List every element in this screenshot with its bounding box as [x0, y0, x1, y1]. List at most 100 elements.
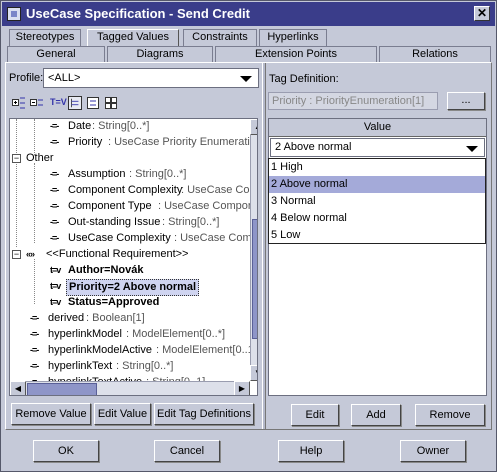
owner-button[interactable]: Owner — [400, 440, 466, 462]
scroll-thumb[interactable] — [27, 383, 97, 395]
scroll-down-icon[interactable]: ▼ — [250, 365, 257, 381]
close-icon[interactable]: ✕ — [474, 6, 490, 21]
tab-label: General — [36, 48, 76, 60]
tree-row[interactable]: -=- UseCase Complexity : UseCase Com — [10, 231, 252, 247]
tree-row[interactable]: -=- Date : String[0..*] — [10, 119, 250, 135]
tree-row-name: derived — [48, 312, 85, 324]
tree-row-type: : ModelElement[0..*] — [126, 328, 226, 340]
tree-row-type: : String[0..*] — [116, 360, 174, 372]
tree-row-name: Assumption — [68, 168, 126, 180]
tab-hyperlinks[interactable]: Hyperlinks — [259, 29, 327, 46]
value-option[interactable]: 3 Normal — [269, 193, 485, 210]
tree-row[interactable]: -=- Component Type : UseCase Compon — [10, 199, 254, 215]
tree-row[interactable]: -=- Out-standing Issue : String[0..*] — [10, 215, 250, 231]
tag-definition-label: Tag Definition: — [269, 73, 339, 85]
browse-button[interactable]: ... — [447, 92, 485, 110]
scroll-thumb[interactable] — [252, 219, 257, 339]
tree-row[interactable]: t=v Status=Approved — [10, 295, 250, 311]
tag-definition-icon: -=- — [30, 361, 39, 371]
value-option-selected[interactable]: 2 Above normal — [269, 176, 485, 193]
add-button[interactable]: Add — [351, 404, 401, 426]
profile-label: Profile: — [9, 72, 44, 84]
tree-row-name: Component Complexity — [68, 184, 183, 196]
tagged-value-icon: t=v — [50, 297, 61, 307]
tree-row[interactable]: -=- Priority : UseCase Priority Enumerat… — [10, 135, 257, 151]
value-column-header[interactable]: Value — [269, 119, 486, 137]
list-view-icon[interactable] — [104, 96, 118, 110]
tree-row-name: UseCase Complexity — [68, 232, 171, 244]
app-icon — [7, 7, 21, 21]
value-option[interactable]: 5 Low — [269, 227, 485, 244]
tree-group-row[interactable]: − Other — [10, 151, 250, 167]
tree-row-type: : UseCase Priority Enumeration — [108, 136, 258, 148]
collapse-all-icon[interactable] — [30, 96, 44, 110]
collapse-icon[interactable]: − — [12, 154, 21, 163]
tagged-value-icon[interactable]: T=V — [50, 97, 67, 107]
edit-tag-definitions-button[interactable]: Edit Tag Definitions — [154, 403, 254, 425]
scroll-left-icon[interactable]: ◀ — [10, 381, 26, 395]
value-dropdown-list[interactable]: 1 High 2 Above normal 3 Normal 4 Below n… — [268, 158, 486, 244]
title-bar[interactable]: UseCase Specification - Send Credit ✕ — [2, 2, 495, 26]
tag-definition-value: Priority : PriorityEnumeration[1] — [272, 95, 425, 107]
ok-button[interactable]: OK — [33, 440, 99, 462]
tab-label: Extension Points — [255, 48, 337, 60]
tree-row[interactable]: -=- Assumption : String[0..*] — [10, 167, 250, 183]
value-option[interactable]: 4 Below normal — [269, 210, 485, 227]
tag-definition-icon: -=- — [50, 233, 59, 243]
tree-group-name: <<Functional Requirement>> — [46, 248, 189, 260]
tree-row[interactable]: -=- hyperlinkText : String[0..*] — [10, 359, 250, 375]
tree-row[interactable]: -=- hyperlinkModelActive : ModelElement[… — [10, 343, 254, 359]
tag-definition-icon: -=- — [30, 313, 39, 323]
expand-all-icon[interactable] — [12, 96, 26, 110]
value-option[interactable]: 1 High — [269, 159, 485, 176]
tag-definition-icon: -=- — [50, 121, 59, 131]
tree-group-name: Other — [26, 152, 54, 164]
scroll-up-icon[interactable]: ▲ — [250, 119, 257, 135]
tree-row-type: : ModelElement[0..1 — [156, 344, 254, 356]
tree-row-selected[interactable]: t=v Priority=2 Above normal — [10, 279, 250, 296]
tree-row-type: : UseCase Co — [181, 184, 250, 196]
tag-definition-icon: -=- — [50, 137, 59, 147]
tree-vertical-scrollbar[interactable]: ▲ ▼ — [250, 119, 257, 381]
tree-row-type: : UseCase Com — [174, 232, 252, 244]
tab-constraints[interactable]: Constraints — [183, 29, 257, 46]
tree-row-name: Priority=2 Above normal — [66, 279, 200, 296]
tab-tagged-values[interactable]: Tagged Values — [87, 29, 179, 46]
tree-row-type: : String[0..*] — [129, 168, 187, 180]
tab-general[interactable]: General — [7, 46, 105, 63]
tab-extension-points[interactable]: Extension Points — [215, 46, 377, 63]
remove-value-button[interactable]: Remove Value — [11, 403, 91, 425]
edit-value-button[interactable]: Edit Value — [94, 403, 151, 425]
tree-row[interactable]: -=- Component Complexity : UseCase Co — [10, 183, 250, 199]
tab-stereotypes[interactable]: Stereotypes — [9, 29, 81, 46]
tab-diagrams[interactable]: Diagrams — [107, 46, 213, 63]
flat-view-icon[interactable] — [86, 96, 100, 110]
profile-value: <ALL> — [48, 72, 81, 84]
chevron-down-icon[interactable] — [466, 146, 478, 152]
tree-horizontal-scrollbar[interactable]: ◀ ▶ — [10, 381, 250, 395]
tree-row[interactable]: t=v Author=Novák — [10, 263, 250, 279]
tree-row[interactable]: -=- derived : Boolean[1] — [10, 311, 250, 327]
value-select[interactable]: 2 Above normal — [270, 138, 485, 157]
cancel-button[interactable]: Cancel — [154, 440, 220, 462]
tree-group-row[interactable]: − «» <<Functional Requirement>> — [10, 247, 250, 263]
tag-definition-icon: -=- — [30, 345, 39, 355]
scroll-right-icon[interactable]: ▶ — [234, 381, 250, 395]
edit-button[interactable]: Edit — [291, 404, 339, 426]
tree-row-name: Date — [68, 120, 92, 132]
remove-button[interactable]: Remove — [415, 404, 485, 426]
tree-view-icon[interactable] — [68, 96, 82, 110]
tab-relations[interactable]: Relations — [379, 46, 491, 63]
tag-definition-icon: -=- — [50, 169, 59, 179]
tree-row-name: Status=Approved — [68, 296, 160, 308]
profile-select[interactable]: <ALL> — [43, 68, 259, 88]
help-button[interactable]: Help — [278, 440, 344, 462]
window-title: UseCase Specification - Send Credit — [26, 6, 250, 21]
dialog-window: UseCase Specification - Send Credit ✕ St… — [0, 0, 497, 472]
tagged-values-tree[interactable]: -=- Date : String[0..*] -=- Priority : U… — [9, 118, 258, 396]
collapse-icon[interactable]: − — [12, 250, 21, 259]
splitter[interactable] — [262, 63, 266, 429]
tag-definition-icon: -=- — [50, 185, 59, 195]
chevron-down-icon[interactable] — [240, 76, 252, 82]
tree-row[interactable]: -=- hyperlinkModel : ModelElement[0..*] — [10, 327, 250, 343]
